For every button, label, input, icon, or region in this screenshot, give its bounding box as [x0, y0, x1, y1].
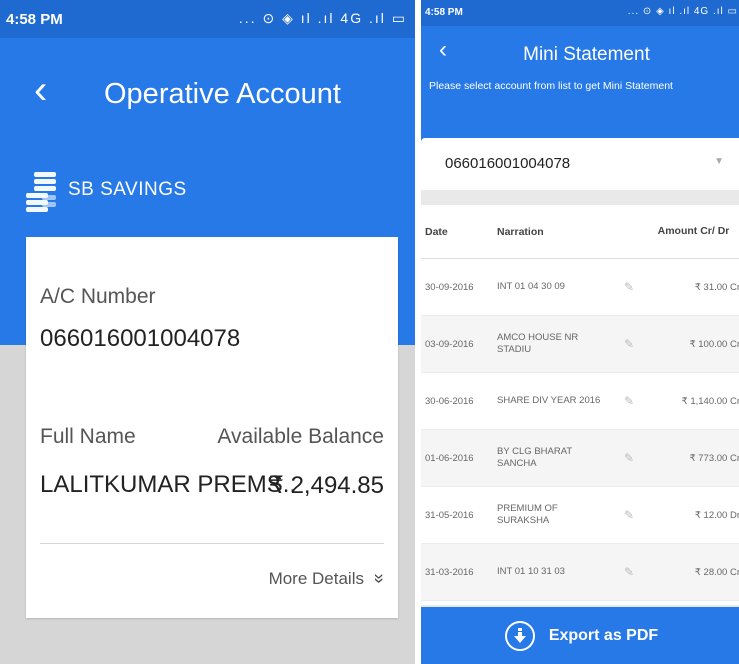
table-row[interactable]: 30-09-2016 INT 01 04 30 09 ✎ ₹ 31.00 Cr [421, 259, 739, 316]
row-date: 31-03-2016 [425, 566, 474, 578]
coin-stack-icon [26, 172, 56, 212]
account-type-label: SB SAVINGS [68, 179, 187, 200]
pencil-icon[interactable]: ✎ [611, 280, 647, 294]
row-date: 30-06-2016 [425, 395, 474, 407]
table-row[interactable]: 31-05-2016 PREMIUM OF SURAKSHA ✎ ₹ 12.00… [421, 487, 739, 544]
pencil-icon[interactable]: ✎ [611, 394, 647, 408]
card-divider [40, 543, 384, 544]
row-amount: ₹ 31.00 Cr [694, 281, 739, 293]
row-narration: SHARE DIV YEAR 2016 [497, 395, 601, 406]
page-title: Mini Statement [523, 44, 650, 65]
status-icons: ... ⊙ ◈ ıl .ıl 4G .ıl ▭ [238, 10, 407, 26]
ac-number-label: A/C Number [40, 285, 156, 308]
column-header-narration: Narration [497, 225, 544, 238]
column-header-date: Date [425, 225, 448, 238]
table-row[interactable]: 03-09-2016 AMCO HOUSE NR STADIU ✎ ₹ 100.… [421, 316, 739, 373]
export-pdf-label: Export as PDF [548, 626, 659, 644]
table-row[interactable]: 31-03-2016 INT 01 10 31 03 ✎ ₹ 28.00 Cr [421, 544, 739, 601]
row-narration: INT 01 10 31 03 [497, 566, 565, 577]
row-narration: BY CLG BHARAT SANCHA [497, 446, 572, 469]
pencil-icon[interactable]: ✎ [611, 508, 647, 522]
row-amount: ₹ 12.00 Dr [694, 509, 739, 521]
table-row[interactable]: ✎ [421, 601, 739, 605]
mini-statement-screen: 4:58 PM ... ⊙ ◈ ıl .ıl 4G .ıl ▭ ‹ Mini S… [418, 0, 739, 664]
available-balance-value: ₹ 2,494.85 [268, 472, 384, 499]
double-chevron-down-icon: » [369, 573, 390, 584]
table-header: Date Narration Amount Cr/ Dr [421, 205, 739, 259]
full-name-label: Full Name [40, 425, 136, 448]
account-select[interactable]: 066016001004078 ▼ [421, 138, 739, 190]
row-date: 31-05-2016 [425, 509, 474, 521]
download-icon [504, 620, 535, 651]
table-row[interactable]: 01-06-2016 BY CLG BHARAT SANCHA ✎ ₹ 773.… [421, 430, 739, 487]
status-time: 4:58 PM [6, 11, 63, 28]
column-header-amount: Amount Cr/ Dr [657, 225, 730, 237]
status-bar: 4:58 PM ... ⊙ ◈ ıl .ıl 4G .ıl ▭ [421, 0, 739, 26]
ac-number-value: 066016001004078 [40, 325, 241, 352]
pencil-icon[interactable]: ✎ [611, 337, 647, 351]
full-name-value: LALITKUMAR PREMS.. [40, 471, 297, 498]
row-amount: ₹ 100.00 Cr [689, 338, 739, 350]
pencil-icon[interactable]: ✎ [611, 565, 647, 579]
more-details-button[interactable]: More Details » [268, 568, 390, 589]
operative-account-screen: 4:58 PM ... ⊙ ◈ ıl .ıl 4G .ıl ▭ ‹ Operat… [0, 0, 415, 664]
status-icons: ... ⊙ ◈ ıl .ıl 4G .ıl ▭ [627, 6, 738, 17]
status-bar: 4:58 PM ... ⊙ ◈ ıl .ıl 4G .ıl ▭ [0, 0, 415, 38]
row-amount: ₹ 28.00 Cr [694, 566, 739, 578]
row-narration: AMCO HOUSE NR STADIU [497, 332, 579, 355]
account-select-value: 066016001004078 [445, 155, 571, 172]
more-details-label: More Details [268, 568, 364, 588]
account-card: A/C Number 066016001004078 Full Name Ava… [26, 237, 398, 618]
instruction-text: Please select account from list to get M… [429, 80, 673, 92]
caret-down-icon: ▼ [714, 156, 724, 167]
row-date: 03-09-2016 [425, 338, 474, 350]
row-amount: ₹ 1,140.00 Cr [681, 395, 739, 407]
row-narration: INT 01 04 30 09 [497, 281, 565, 292]
page-title: Operative Account [104, 78, 341, 110]
statement-table: Date Narration Amount Cr/ Dr 30-09-2016 … [421, 205, 739, 605]
account-type-row: SB SAVINGS [24, 168, 187, 212]
table-row[interactable]: 30-06-2016 SHARE DIV YEAR 2016 ✎ ₹ 1,140… [421, 373, 739, 430]
row-narration: PREMIUM OF SURAKSHA [497, 503, 558, 526]
status-time: 4:58 PM [425, 7, 463, 18]
row-date: 30-09-2016 [425, 281, 474, 293]
pencil-icon[interactable]: ✎ [611, 451, 647, 465]
row-amount: ₹ 773.00 Cr [689, 452, 739, 464]
available-balance-label: Available Balance [217, 425, 384, 448]
export-pdf-button[interactable]: Export as PDF [421, 607, 739, 664]
row-date: 01-06-2016 [425, 452, 474, 464]
